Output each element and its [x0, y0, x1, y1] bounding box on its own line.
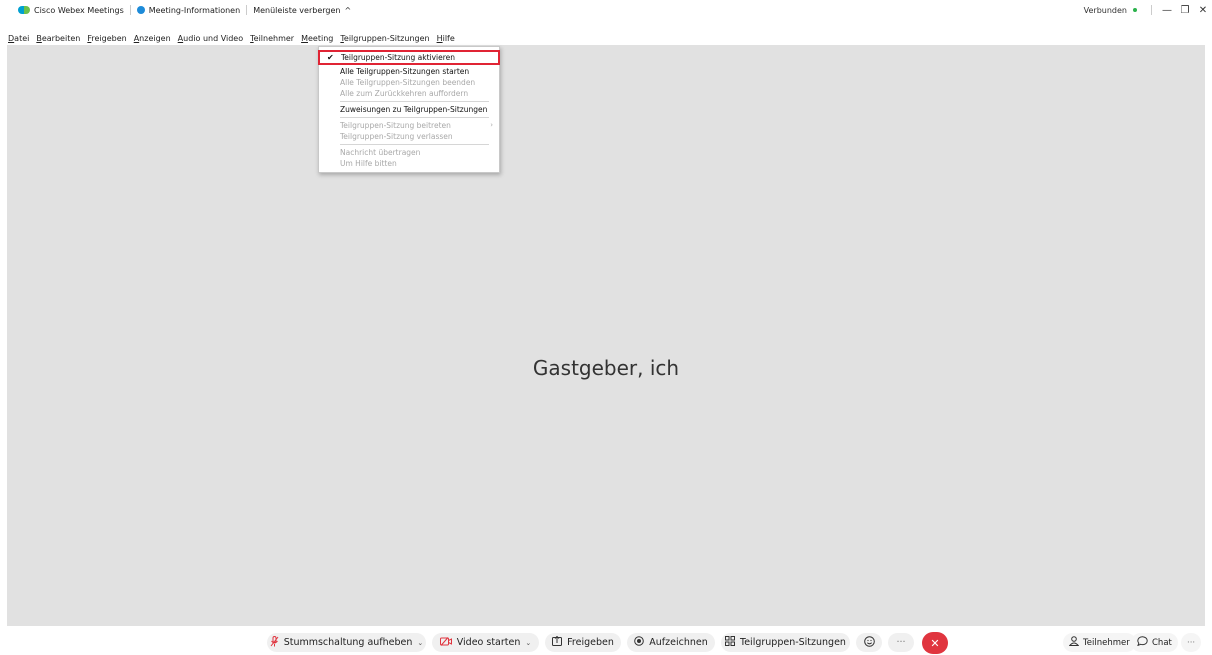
menu-separator — [340, 101, 489, 102]
menu-item-label: Teilgruppen-Sitzung aktivieren — [341, 53, 456, 62]
chevron-up-icon: ^ — [344, 5, 352, 15]
info-icon — [136, 6, 145, 14]
menu-hilfe[interactable]: Hilfe — [437, 34, 455, 43]
hide-menubar-label: Menüleiste verbergen — [253, 5, 341, 15]
submenu-arrow-icon: › — [490, 121, 493, 129]
menu-separator — [340, 144, 489, 145]
share-label: Freigeben — [567, 637, 614, 648]
menu-item-broadcast: Nachricht übertragen — [340, 148, 421, 157]
participant-name: Gastgeber, ich — [532, 356, 680, 380]
meeting-info-button[interactable]: Meeting-Informationen — [131, 6, 246, 15]
more-options-button[interactable]: ··· — [888, 633, 914, 652]
breakout-sessions-button[interactable]: Teilgruppen-Sitzungen — [721, 633, 850, 652]
chevron-down-icon[interactable]: ⌄ — [525, 639, 531, 647]
more-panels-button[interactable]: ··· — [1181, 633, 1202, 652]
menu-meeting[interactable]: Meeting — [301, 34, 333, 43]
record-button[interactable]: Aufzeichnen — [627, 633, 715, 652]
restore-button[interactable]: ❐ — [1176, 5, 1194, 16]
menu-item-label: Teilgruppen-Sitzung beitreten — [340, 121, 451, 130]
participants-panel-button[interactable]: Teilnehmer — [1063, 633, 1136, 652]
menu-item-assignments[interactable]: Zuweisungen zu Teilgruppen-Sitzungen — [319, 104, 499, 115]
chat-bubble-icon — [1137, 636, 1148, 649]
minimize-button[interactable]: — — [1158, 5, 1176, 16]
participants-label: Teilnehmer — [1083, 637, 1130, 648]
menu-item-join: Teilgruppen-Sitzung beitreten › — [319, 120, 499, 131]
chat-panel-button[interactable]: Chat — [1131, 633, 1178, 652]
record-label: Aufzeichnen — [649, 637, 708, 648]
divider — [1151, 5, 1152, 15]
menu-item-end-all: Alle Teilgruppen-Sitzungen beenden — [340, 78, 476, 87]
person-icon — [1068, 636, 1080, 649]
share-icon — [552, 635, 563, 649]
connection-status: Verbunden — [1084, 6, 1137, 15]
leave-meeting-button[interactable]: ✕ — [922, 632, 948, 654]
video-off-icon — [439, 636, 452, 649]
breakout-sessions-menu: ✔ Teilgruppen-Sitzung aktivieren Alle Te… — [318, 46, 500, 173]
close-button[interactable]: ✕ — [1194, 5, 1212, 16]
breakout-sessions-label: Teilgruppen-Sitzungen — [740, 637, 846, 648]
menu-item-enable-breakout[interactable]: ✔ Teilgruppen-Sitzung aktivieren — [318, 50, 500, 65]
menu-separator — [340, 117, 489, 118]
menu-item-ask-help: Um Hilfe bitten — [340, 159, 397, 168]
share-button[interactable]: Freigeben — [545, 633, 621, 652]
breakout-grid-icon — [725, 636, 736, 649]
chat-label: Chat — [1152, 637, 1172, 648]
menu-teilnehmer[interactable]: Teilnehmer — [250, 34, 294, 43]
status-dot-icon — [1133, 8, 1137, 12]
menu-item-leave: Teilgruppen-Sitzung verlassen — [340, 132, 453, 141]
menu-item-start-all[interactable]: Alle Teilgruppen-Sitzungen starten — [319, 66, 499, 77]
checkmark-icon: ✔ — [327, 53, 334, 62]
menu-anzeigen[interactable]: Anzeigen — [134, 34, 171, 43]
hide-menubar-button[interactable]: Menüleiste verbergen ^ — [247, 6, 357, 15]
app-name: Cisco Webex Meetings — [34, 5, 124, 15]
chevron-down-icon[interactable]: ⌄ — [417, 639, 423, 647]
emoji-icon — [863, 635, 875, 650]
title-bar: Cisco Webex Meetings Meeting-Information… — [0, 0, 1212, 20]
record-icon — [634, 636, 645, 649]
start-video-label: Video starten — [456, 637, 521, 648]
menu-teilgruppen-sitzungen[interactable]: Teilgruppen-Sitzungen — [340, 34, 429, 43]
start-video-button[interactable]: Video starten ⌄ — [432, 633, 539, 652]
unmute-label: Stummschaltung aufheben — [283, 637, 413, 648]
reactions-button[interactable] — [856, 633, 882, 652]
menu-audio-video[interactable]: Audio und Video — [178, 34, 243, 43]
meeting-info-label: Meeting-Informationen — [148, 5, 241, 15]
menu-datei[interactable]: Datei — [8, 34, 29, 43]
menu-bar: Datei Bearbeiten Freigeben Anzeigen Audi… — [0, 31, 1212, 45]
muted-mic-icon — [270, 635, 279, 650]
webex-logo-icon — [18, 6, 30, 14]
menu-freigeben[interactable]: Freigeben — [87, 34, 126, 43]
video-stage: Gastgeber, ich — [7, 45, 1205, 626]
unmute-button[interactable]: Stummschaltung aufheben ⌄ — [267, 633, 426, 652]
connection-status-label: Verbunden — [1083, 5, 1127, 15]
menu-item-ask-return: Alle zum Zurückkehren auffordern — [340, 89, 469, 98]
app-title: Cisco Webex Meetings — [12, 6, 130, 15]
menu-bearbeiten[interactable]: Bearbeiten — [36, 34, 80, 43]
meeting-controls-bar: Stummschaltung aufheben ⌄ Video starten … — [0, 626, 1212, 655]
